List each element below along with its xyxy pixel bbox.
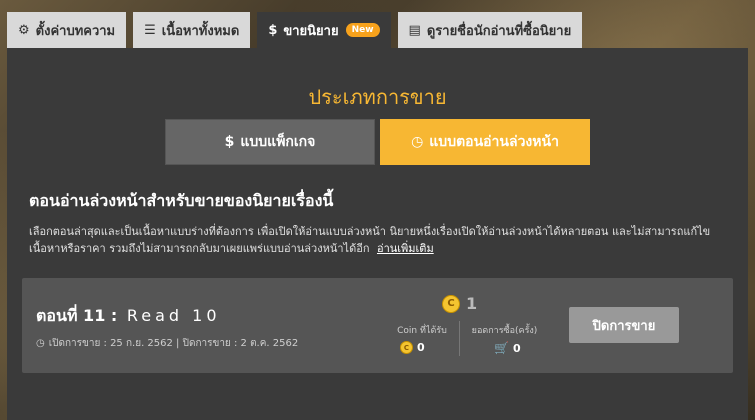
tab-bar: ⚙ ตั้งค่าบทความ ☰ เนื้อหาทั้งหมด $ ขายนิ… (7, 12, 583, 48)
episode-dates: ◷ เปิดการขาย : 25 ก.ย. 2562 | ปิดการขาย … (36, 336, 298, 351)
tab-article-settings[interactable]: ⚙ ตั้งค่าบทความ (7, 12, 127, 48)
tab-label: ตั้งค่าบทความ (35, 23, 116, 39)
clock-icon: ◷ (411, 134, 424, 150)
section-title: ตอนอ่านล่วงหน้าสำหรับขายของนิยายเรื่องนี… (29, 191, 334, 210)
coin-received-label: Coin ที่ได้รับ (397, 326, 447, 336)
new-badge: New (345, 23, 380, 37)
sell-panel: ประเภทการขาย $ แบบแพ็กเกจ ◷ แบบตอนอ่านล่… (7, 48, 748, 420)
package-sale-label: แบบแพ็กเกจ (240, 134, 316, 150)
stats-divider (459, 321, 460, 356)
dollar-icon: $ (224, 134, 235, 150)
advance-sale-button[interactable]: ◷ แบบตอนอ่านล่วงหน้า (380, 119, 590, 165)
tab-label: ดูรายชื่อนักอ่านที่ซื้อนิยาย (426, 23, 572, 39)
tab-all-content[interactable]: ☰ เนื้อหาทั้งหมด (133, 12, 251, 48)
episode-card: ตอนที่ 11 : Read 10 ◷ เปิดการขาย : 25 ก.… (22, 278, 733, 373)
coin-icon: C (400, 341, 413, 354)
sales-count-number: 0 (512, 341, 521, 355)
clock-icon: ◷ (36, 338, 45, 349)
cart-icon: 🛒 (494, 341, 509, 355)
coin-icon: C (442, 294, 460, 313)
tab-label: ขายนิยาย (283, 23, 339, 39)
sale-type-heading: ประเภทการขาย (308, 85, 447, 109)
sale-dates-text: เปิดการขาย : 25 ก.ย. 2562 | ปิดการขาย : … (48, 338, 299, 349)
close-sale-button[interactable]: ปิดการขาย (569, 307, 679, 343)
price-value: 1 (466, 294, 478, 313)
gear-icon: ⚙ (18, 22, 30, 38)
description-text: เลือกตอนล่าสุดและเป็นเนื้อหาแบบร่างที่ต้… (29, 225, 711, 255)
package-sale-button[interactable]: $ แบบแพ็กเกจ (165, 119, 375, 165)
episode-name: Read 10 (126, 306, 221, 325)
tab-sell-novel[interactable]: $ ขายนิยาย New (257, 12, 391, 48)
episode-price: C 1 (442, 294, 477, 313)
sales-count-label: ยอดการซื้อ(ครั้ง) (471, 326, 538, 336)
coin-received-value: C 0 (400, 341, 425, 354)
coin-received-number: 0 (417, 341, 425, 354)
sales-count-value: 🛒 0 (494, 341, 521, 355)
tab-buyers-list[interactable]: ▤ ดูรายชื่อนักอ่านที่ซื้อนิยาย (397, 12, 583, 48)
document-icon: ▤ (408, 22, 421, 38)
episode-number: ตอนที่ 11 : (36, 306, 118, 325)
section-description: เลือกตอนล่าสุดและเป็นเนื้อหาแบบร่างที่ต้… (29, 223, 729, 257)
tab-label: เนื้อหาทั้งหมด (161, 23, 240, 39)
advance-sale-label: แบบตอนอ่านล่วงหน้า (429, 134, 559, 150)
episode-title: ตอนที่ 11 : Read 10 (36, 304, 221, 329)
list-icon: ☰ (144, 22, 156, 38)
read-more-link[interactable]: อ่านเพิ่มเติม (377, 242, 434, 255)
dollar-icon: $ (268, 22, 278, 38)
